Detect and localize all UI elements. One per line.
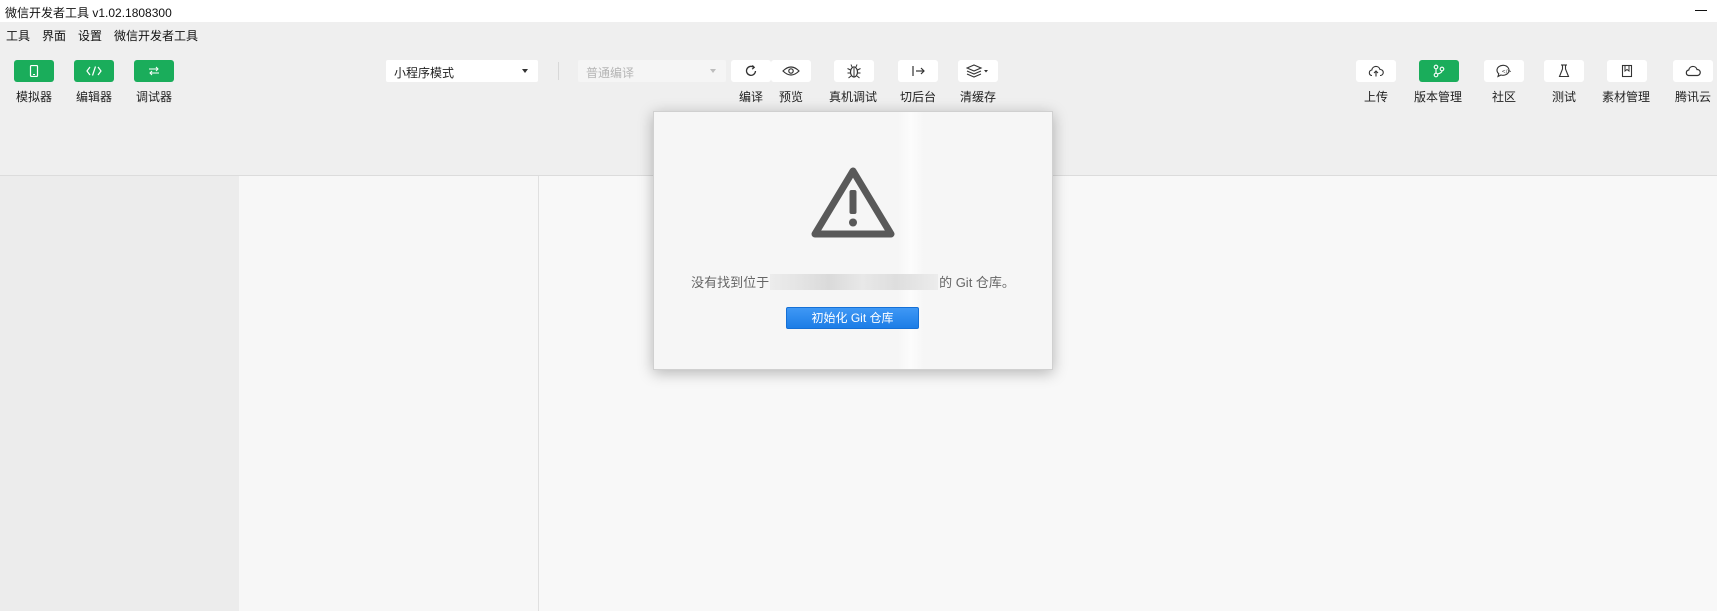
window-title: 微信开发者工具 v1.02.1808300 — [5, 6, 172, 20]
minimize-button[interactable] — [1686, 0, 1717, 22]
git-branch-icon — [1433, 64, 1445, 78]
community-label: 社区 — [1492, 90, 1517, 104]
code-icon — [86, 66, 102, 76]
dialog-message-suffix: 的 Git 仓库。 — [939, 275, 1015, 290]
asset-management-label: 素材管理 — [1602, 90, 1651, 104]
simulator-label: 模拟器 — [16, 90, 53, 104]
compile-mode-select[interactable]: 普通编译 — [578, 60, 726, 82]
init-git-repo-button[interactable]: 初始化 Git 仓库 — [786, 307, 919, 329]
flask-icon — [1558, 64, 1570, 78]
git-repository-dialog: 没有找到位于 的 Git 仓库。 初始化 Git 仓库 — [653, 111, 1053, 370]
chat-bubble-icon: </> — [1496, 64, 1512, 78]
debugger-label: 调试器 — [136, 90, 173, 104]
cloud-icon — [1685, 65, 1701, 77]
dialog-message: 没有找到位于 的 Git 仓库。 — [654, 272, 1052, 291]
phone-icon — [29, 65, 39, 77]
svg-text:</>: </> — [1502, 69, 1512, 75]
bookmark-icon — [1621, 64, 1633, 78]
refresh-icon — [745, 65, 757, 76]
minimize-icon — [1695, 10, 1707, 11]
switch-background-label: 切后台 — [900, 90, 937, 104]
layers-icon — [966, 64, 988, 78]
switch-background-icon — [912, 66, 925, 76]
cloud-upload-icon — [1368, 65, 1384, 77]
dialog-message-prefix: 没有找到位于 — [691, 275, 770, 290]
editor-label: 编辑器 — [76, 90, 113, 104]
mode-select-value: 小程序模式 — [394, 66, 455, 80]
version-control-label: 版本管理 — [1414, 90, 1463, 104]
toolbar-divider — [558, 62, 559, 80]
compile-mode-value: 普通编译 — [586, 66, 635, 80]
simulator-panel — [0, 176, 239, 611]
upload-label: 上传 — [1364, 90, 1389, 104]
clear-cache-label: 清缓存 — [960, 90, 997, 104]
redacted-path — [770, 273, 939, 290]
menu-bar: 工具 界面 设置 微信开发者工具 — [0, 22, 1717, 46]
chevron-down-icon — [522, 69, 528, 73]
test-label: 测试 — [1552, 90, 1577, 104]
compile-label: 编译 — [739, 90, 764, 104]
title-bar: 微信开发者工具 v1.02.1808300 — [0, 0, 1717, 22]
debug-arrows-icon — [149, 66, 159, 76]
bug-icon — [847, 64, 861, 79]
file-tree-panel[interactable] — [239, 176, 539, 611]
menu-tools[interactable]: 工具 — [6, 27, 30, 44]
toolbar: 模拟器 编辑器 调试器 小程序模式 普通编译 编译 预览 真机调试 切后台 清缓… — [0, 46, 1717, 111]
mode-select[interactable]: 小程序模式 — [386, 60, 538, 82]
menu-interface[interactable]: 界面 — [42, 27, 66, 44]
warning-icon — [811, 167, 895, 238]
menu-wechat-devtools[interactable]: 微信开发者工具 — [114, 27, 198, 44]
menu-settings[interactable]: 设置 — [78, 27, 102, 44]
remote-debug-label: 真机调试 — [829, 90, 878, 104]
tencent-cloud-label: 腾讯云 — [1675, 90, 1712, 104]
chevron-down-icon — [710, 69, 716, 73]
eye-icon — [782, 66, 800, 76]
preview-label: 预览 — [779, 90, 804, 104]
